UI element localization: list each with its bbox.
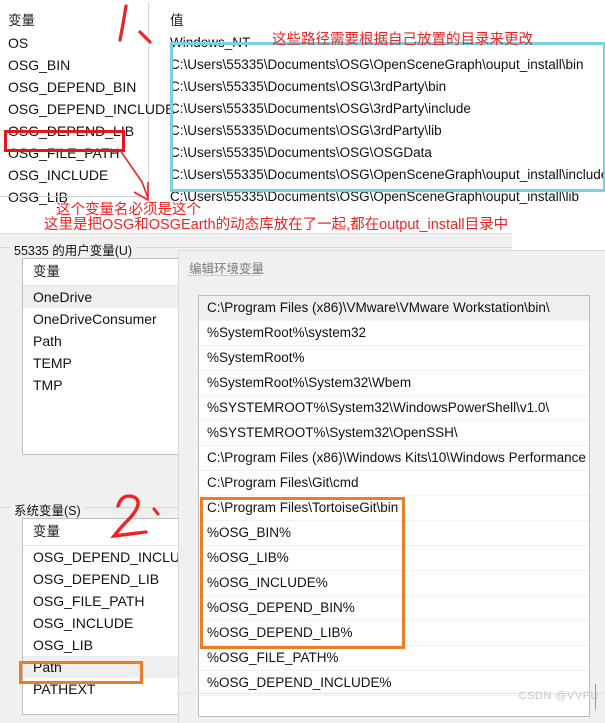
highlight-box-osg-path-entries bbox=[200, 497, 405, 649]
watermark-label: CSDN @VVPU bbox=[518, 690, 599, 702]
list-item[interactable]: %SYSTEMROOT%\System32\WindowsPowerShell\… bbox=[199, 396, 589, 421]
annotation-together-note: 这里是把OSG和OSGEarth的动态库放在了一起,都在output_insta… bbox=[44, 217, 509, 233]
text-caret bbox=[595, 684, 596, 710]
highlight-box-system-path-row bbox=[19, 661, 143, 684]
user-variables-group-label: 55335 的用户变量(U) bbox=[10, 240, 137, 259]
column-header-variable[interactable]: 变量 bbox=[8, 9, 35, 29]
list-item[interactable]: %SystemRoot%\System32\Wbem bbox=[199, 371, 589, 396]
dialog-title-underline bbox=[187, 275, 261, 276]
annotation-paths-note: 这些路径需要根据自己放置的目录来更改 bbox=[272, 32, 533, 48]
list-item[interactable]: C:\Program Files (x86)\VMware\VMware Wor… bbox=[199, 296, 589, 321]
list-item[interactable]: C:\Program Files (x86)\Windows Kits\10\W… bbox=[199, 446, 589, 471]
edit-environment-variable-dialog: 编辑环境变量 C:\Program Files (x86)\VMware\VMw… bbox=[178, 250, 605, 723]
highlight-box-value-paths bbox=[170, 42, 605, 192]
table-row[interactable]: OSG_BIN bbox=[8, 54, 148, 76]
annotation-marker-2 bbox=[110, 494, 160, 539]
highlight-box-osg-file-path bbox=[4, 130, 125, 152]
screenshot-root: 变量 值 OS OSG_BIN OSG_DEPEND_BIN OSG_DEPEN… bbox=[0, 0, 605, 723]
system-variables-group-label: 系统变量(S) bbox=[10, 500, 85, 519]
list-item[interactable]: %SYSTEMROOT%\System32\OpenSSH\ bbox=[199, 421, 589, 446]
table-row[interactable]: OSG_DEPEND_BIN bbox=[8, 76, 148, 98]
list-item[interactable]: %SystemRoot%\system32 bbox=[199, 321, 589, 346]
annotation-marker-1 bbox=[118, 4, 152, 44]
list-item[interactable]: C:\Program Files\Git\cmd bbox=[199, 471, 589, 496]
table-row[interactable]: OSG_DEPEND_INCLUDE bbox=[8, 98, 175, 120]
list-item[interactable]: %SystemRoot% bbox=[199, 346, 589, 371]
list-item[interactable]: %OSG_FILE_PATH% bbox=[199, 646, 589, 671]
